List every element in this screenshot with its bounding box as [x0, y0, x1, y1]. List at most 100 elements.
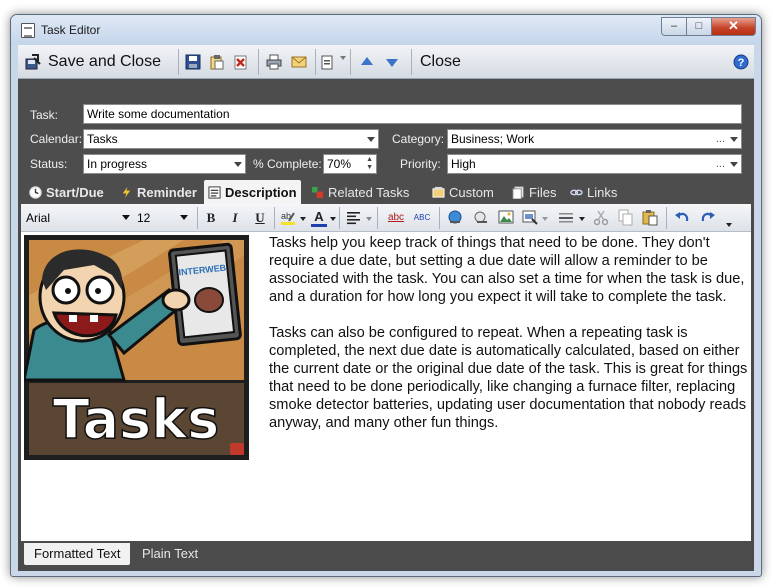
task-subject-input[interactable]: Write some documentation — [83, 104, 742, 124]
tab-start-due[interactable]: Start/Due — [25, 180, 108, 204]
toolbar-separator — [339, 207, 340, 229]
title-bar[interactable]: Task Editor – □ ✕ — [11, 15, 761, 45]
category-select[interactable]: Business; Work ... — [447, 129, 742, 149]
priority-select[interactable]: High ... — [447, 154, 742, 174]
description-text[interactable]: Tasks help you keep track of things that… — [269, 234, 751, 450]
close-button[interactable]: Close — [420, 49, 461, 75]
tab-files[interactable]: Files — [508, 180, 560, 204]
chevron-down-icon[interactable] — [330, 217, 336, 221]
tab-plain-text[interactable]: Plain Text — [132, 543, 208, 565]
tab-description[interactable]: Description — [204, 180, 301, 204]
tab-reminder[interactable]: Reminder — [116, 180, 201, 204]
bold-button[interactable]: B — [203, 209, 219, 226]
window-close-button[interactable]: ✕ — [711, 17, 756, 36]
spinner-arrows-icon[interactable]: ▲ ▼ — [366, 156, 373, 172]
tab-formatted-text[interactable]: Formatted Text — [24, 543, 131, 565]
related-tasks-icon — [311, 186, 324, 198]
spell-check-button[interactable]: abc — [385, 209, 407, 226]
font-family-select[interactable]: Arial — [23, 208, 133, 228]
tab-label: Reminder — [137, 184, 197, 200]
description-editor[interactable]: INTERWEB Tasks Tasks help you keep track… — [21, 232, 751, 541]
chevron-down-icon[interactable] — [366, 217, 372, 221]
clock-icon — [29, 185, 42, 199]
up-arrow-icon[interactable] — [359, 54, 375, 70]
tab-custom[interactable]: Custom — [428, 180, 498, 204]
chevron-down-icon[interactable] — [542, 217, 548, 221]
priority-label: Priority: — [400, 157, 441, 171]
down-arrow-icon[interactable] — [384, 54, 400, 70]
copy-icon[interactable] — [209, 54, 225, 70]
redo-icon[interactable] — [700, 209, 716, 226]
hyperlink-icon[interactable] — [447, 209, 463, 226]
percent-complete-value: 70% — [327, 157, 352, 171]
files-icon — [512, 185, 524, 199]
unlink-icon[interactable] — [473, 209, 489, 226]
toolbar-separator — [377, 207, 378, 229]
save-close-icon — [25, 54, 41, 70]
svg-text:?: ? — [738, 57, 745, 69]
task-editor-icon — [21, 23, 35, 38]
calendar-select[interactable]: Tasks — [83, 129, 379, 149]
help-icon[interactable]: ? — [733, 54, 749, 70]
maximize-button[interactable]: □ — [686, 17, 712, 36]
save-icon[interactable] — [185, 54, 201, 70]
chevron-down-icon[interactable] — [579, 217, 585, 221]
toolbar-separator — [258, 49, 259, 75]
minimize-button[interactable]: – — [661, 17, 687, 36]
email-icon[interactable] — [291, 54, 307, 70]
task-properties-form: Task: Write some documentation Calendar:… — [18, 80, 754, 177]
spell-options-button[interactable]: ABC — [411, 209, 433, 226]
tab-label: Files — [529, 184, 557, 200]
font-family-value: Arial — [26, 211, 51, 225]
status-value: In progress — [87, 157, 148, 171]
chevron-down-icon — [367, 137, 375, 142]
tab-links[interactable]: Links — [566, 180, 621, 204]
tab-label: Start/Due — [46, 184, 104, 200]
tab-related-tasks[interactable]: Related Tasks — [307, 180, 413, 204]
save-and-close-button[interactable]: Save and Close — [24, 49, 161, 75]
toolbar-separator — [411, 49, 412, 75]
italic-button[interactable]: I — [227, 209, 243, 226]
toolbar-overflow-icon[interactable] — [726, 223, 732, 227]
ellipsis-icon: ... — [715, 158, 725, 170]
image-properties-icon[interactable] — [522, 209, 538, 226]
format-toolbar: Arial 12 B I U ab A abc ABC — [21, 204, 751, 232]
chevron-down-icon[interactable] — [340, 56, 346, 60]
horizontal-rule-icon[interactable] — [558, 209, 574, 226]
delete-icon[interactable] — [233, 54, 249, 70]
underline-button[interactable]: U — [252, 209, 268, 226]
chevron-down-icon — [122, 215, 130, 220]
description-paragraph: Tasks help you keep track of things that… — [269, 235, 745, 305]
tab-label: Description — [225, 184, 297, 200]
percent-complete-spinner[interactable]: 70% ▲ ▼ — [323, 154, 377, 174]
description-paragraph: Tasks can also be configured to repeat. … — [269, 325, 748, 431]
font-size-value: 12 — [137, 211, 151, 225]
chevron-down-icon[interactable] — [300, 217, 306, 221]
paste-special-icon[interactable] — [320, 54, 336, 70]
copy-text-icon[interactable] — [618, 209, 634, 226]
cut-icon[interactable] — [593, 209, 609, 226]
window-title: Task Editor — [41, 23, 101, 37]
task-editor-window: Task Editor – □ ✕ Save and Close Close ?… — [10, 14, 762, 577]
insert-image-icon[interactable] — [498, 209, 514, 226]
ellipsis-icon: ... — [715, 133, 725, 145]
status-select[interactable]: In progress — [83, 154, 246, 174]
save-and-close-label: Save and Close — [48, 53, 161, 70]
align-left-icon[interactable] — [346, 209, 362, 226]
percent-complete-label: % Complete: — [253, 157, 322, 171]
tasks-cartoon-image: INTERWEB Tasks — [24, 235, 249, 460]
paste-icon[interactable] — [642, 209, 658, 226]
calendar-label: Calendar: — [30, 132, 83, 146]
editor-client: Save and Close Close ? Task: Write some … — [18, 45, 754, 571]
highlight-icon[interactable]: ab — [280, 209, 296, 226]
category-value: Business; Work — [451, 132, 535, 146]
font-color-button[interactable]: A — [311, 209, 327, 227]
undo-icon[interactable] — [674, 209, 690, 226]
print-icon[interactable] — [266, 54, 282, 70]
tab-label: Related Tasks — [328, 184, 410, 200]
status-label: Status: — [30, 157, 68, 171]
priority-value: High — [451, 157, 476, 171]
toolbar-separator — [439, 207, 440, 229]
tab-label: Custom — [449, 184, 494, 200]
font-size-select[interactable]: 12 — [134, 208, 191, 228]
